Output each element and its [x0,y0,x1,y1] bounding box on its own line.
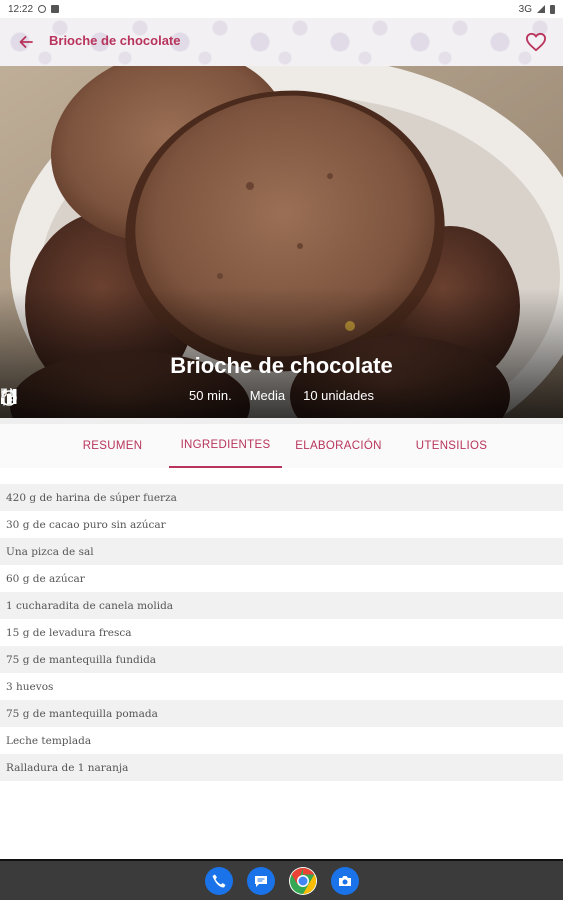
tab-elaboracion[interactable]: ELABORACIÓN [282,424,395,468]
list-item: 75 g de mantequilla pomada [0,700,563,727]
list-item: Leche templada [0,727,563,754]
recipe-tabs: RESUMEN INGREDIENTES ELABORACIÓN UTENSIL… [0,418,563,468]
list-item: Una pizca de sal [0,538,563,565]
phone-icon [212,874,225,887]
recipe-title: Brioche de chocolate [170,353,393,378]
ingredients-list: 420 g de harina de súper fuerza 30 g de … [0,484,563,781]
sd-card-icon [51,5,60,13]
messages-app-button[interactable] [246,866,275,895]
status-right: 3G [519,4,555,15]
status-left: 12:22 [8,3,60,15]
back-button[interactable] [14,30,38,54]
phone-app-button[interactable] [204,866,233,895]
recipe-hero-image: Brioche de chocolate 50 min. Media 10 un [0,66,563,418]
chrome-icon [289,867,316,894]
system-dock [0,859,563,900]
battery-icon [550,4,555,14]
tab-utensilios[interactable]: UTENSILIOS [395,424,508,468]
list-item: 3 huevos [0,673,563,700]
tab-resumen[interactable]: RESUMEN [56,424,169,468]
app-bar: Brioche de chocolate [0,18,563,66]
list-item: 15 g de levadura fresca [0,619,563,646]
recipe-servings: 10 unidades [303,388,374,403]
list-item: 1 cucharadita de canela molida [0,592,563,619]
recipe-meta: 50 min. Media 10 unidades [0,388,563,406]
network-type: 3G [518,3,532,15]
list-item: 420 g de harina de súper fuerza [0,484,563,511]
camera-app-button[interactable] [330,866,359,895]
meta-servings: 10 unidades [1,388,374,406]
status-bar: 12:22 3G [0,0,563,18]
messages-icon [254,875,267,887]
chrome-app-button[interactable] [288,866,317,895]
list-item: 60 g de azúcar [0,565,563,592]
recipe-time: 50 min. [189,388,232,403]
list-item: 75 g de mantequilla fundida [0,646,563,673]
arrow-back-icon [19,36,33,48]
cutlery-icon [1,388,14,406]
camera-icon [338,875,351,886]
tab-ingredientes[interactable]: INGREDIENTES [169,424,282,468]
favorite-button[interactable] [523,29,549,55]
settings-status-icon [38,5,47,13]
meta-time: 50 min. [1,388,232,406]
app-bar-title: Brioche de chocolate [49,33,181,48]
list-item: 30 g de cacao puro sin azúcar [0,511,563,538]
signal-icon [537,5,545,13]
list-item: Ralladura de 1 naranja [0,754,563,781]
recipe-difficulty: Media [249,388,286,403]
heart-icon [526,32,546,52]
meta-difficulty: Media [1,388,286,404]
status-time: 12:22 [8,3,34,15]
